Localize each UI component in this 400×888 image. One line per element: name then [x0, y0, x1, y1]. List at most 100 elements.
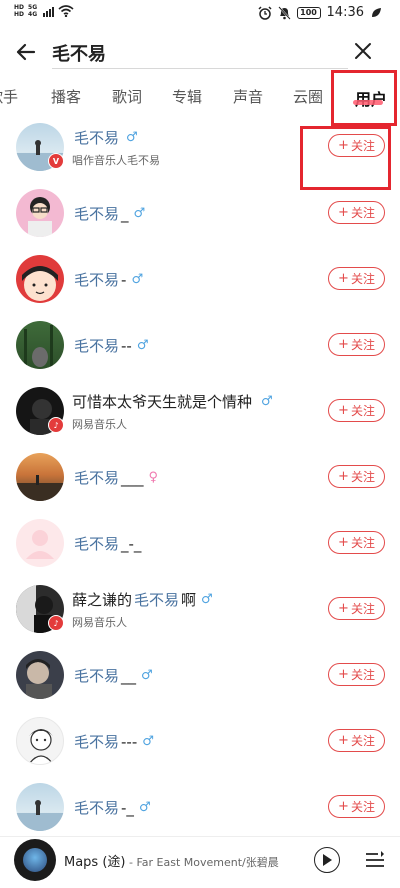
- name-prefix: 薛之谦的: [72, 591, 133, 609]
- active-tab-indicator: [353, 100, 383, 105]
- avatar[interactable]: [16, 717, 64, 765]
- male-icon: ♂: [136, 338, 149, 353]
- tab-album[interactable]: 专辑: [172, 86, 202, 107]
- search-header: 毛不易: [0, 30, 400, 74]
- list-item[interactable]: ♪ 薛之谦的 毛不易啊 ♂ 网易音乐人 + 关注: [0, 576, 400, 642]
- name-suffix: -: [121, 270, 127, 289]
- follow-button[interactable]: + 关注: [328, 201, 385, 224]
- signal-indicators: HD HD 5G 4G: [14, 4, 74, 18]
- net1-label: 5G: [28, 4, 38, 11]
- follow-button[interactable]: + 关注: [328, 333, 385, 356]
- name-highlight: 毛不易: [74, 129, 120, 147]
- status-bar: HD HD 5G 4G 100 14:36: [0, 0, 400, 30]
- follow-label: 关注: [350, 139, 375, 153]
- male-icon: ♂: [201, 592, 213, 607]
- user-name: 薛之谦的 毛不易啊 ♂: [72, 589, 213, 610]
- avatar[interactable]: [16, 189, 64, 237]
- play-icon: [323, 854, 332, 866]
- user-name: 毛不易 __ ♂: [72, 665, 153, 686]
- avatar[interactable]: [16, 783, 64, 831]
- follow-label: 关注: [350, 800, 375, 814]
- play-button[interactable]: [314, 847, 340, 873]
- now-playing[interactable]: Maps (途) - Far East Movement/张碧晨: [64, 851, 279, 870]
- follow-label: 关注: [350, 404, 375, 418]
- list-item[interactable]: ♪ 可惜本太爷天生就是个情种 ♂ 网易音乐人 + 关注: [0, 378, 400, 444]
- user-subtitle: 网易音乐人: [72, 418, 127, 431]
- avatar[interactable]: [16, 453, 64, 501]
- male-icon: ♂: [142, 734, 154, 749]
- default-avatar-icon: [26, 530, 54, 559]
- follow-label: 关注: [350, 734, 375, 748]
- avatar[interactable]: [16, 255, 64, 303]
- avatar[interactable]: [16, 519, 64, 567]
- name-highlight: 毛不易: [74, 271, 120, 289]
- plus-icon: +: [338, 205, 349, 220]
- list-item[interactable]: 毛不易 _ ♂ + 关注: [0, 180, 400, 246]
- user-subtitle: 网易音乐人: [72, 616, 127, 629]
- status-right: 100 14:36: [258, 5, 382, 20]
- plus-icon: +: [338, 799, 349, 814]
- search-underline: [52, 68, 348, 69]
- follow-button[interactable]: + 关注: [328, 399, 385, 422]
- male-icon: ♂: [138, 800, 151, 815]
- tab-lyrics[interactable]: 歌词: [112, 86, 142, 107]
- name-suffix: _-_: [121, 534, 142, 553]
- male-icon: ♂: [133, 206, 146, 221]
- mini-player[interactable]: Maps (途) - Far East Movement/张碧晨: [0, 836, 400, 888]
- name-suffix: ---: [121, 732, 138, 751]
- name-highlight: 毛不易: [74, 469, 120, 487]
- name-highlight: 毛不易: [74, 535, 120, 553]
- plus-icon: +: [338, 271, 349, 286]
- avatar[interactable]: [16, 651, 64, 699]
- user-name: 毛不易 ___ ♀: [72, 467, 158, 488]
- list-item[interactable]: V 毛不易 ♂ 唱作音乐人毛不易 + 关注: [0, 114, 400, 180]
- follow-button[interactable]: + 关注: [328, 795, 385, 818]
- follow-label: 关注: [350, 272, 375, 286]
- clock: 14:36: [326, 5, 364, 20]
- name-highlight: 毛不易: [74, 667, 120, 685]
- list-item[interactable]: 毛不易 -- ♂ + 关注: [0, 312, 400, 378]
- follow-button[interactable]: + 关注: [328, 134, 385, 157]
- male-icon: ♂: [131, 272, 144, 287]
- net2-label: 4G: [28, 11, 38, 18]
- follow-button[interactable]: + 关注: [328, 267, 385, 290]
- name-suffix: __: [121, 666, 137, 685]
- name-highlight: 毛不易: [74, 337, 120, 355]
- list-item[interactable]: 毛不易 __ ♂ + 关注: [0, 642, 400, 708]
- back-arrow-icon: [16, 43, 36, 61]
- list-item[interactable]: 毛不易 -_ ♂ + 关注: [0, 774, 400, 840]
- follow-label: 关注: [350, 206, 375, 220]
- tab-singer[interactable]: 歌手: [0, 86, 18, 107]
- list-item[interactable]: 毛不易 _-_ + 关注: [0, 510, 400, 576]
- sim-labels: HD HD: [14, 4, 24, 18]
- clear-search-button[interactable]: [352, 40, 374, 62]
- tab-cloud-circle[interactable]: 云圈: [293, 86, 323, 107]
- plus-icon: +: [338, 535, 349, 550]
- tab-voice[interactable]: 声音: [233, 86, 263, 107]
- user-name: 可惜本太爷天生就是个情种 ♂: [72, 391, 273, 412]
- follow-button[interactable]: + 关注: [328, 729, 385, 752]
- female-icon: ♀: [148, 470, 159, 485]
- back-button[interactable]: [12, 38, 40, 66]
- follow-button[interactable]: + 关注: [328, 663, 385, 686]
- tab-users[interactable]: 用户: [355, 86, 387, 110]
- follow-button[interactable]: + 关注: [328, 465, 385, 488]
- signal-bars-icon: [43, 5, 55, 17]
- verified-badge: V: [48, 153, 64, 169]
- avatar[interactable]: [16, 321, 64, 369]
- follow-button[interactable]: + 关注: [328, 531, 385, 554]
- list-item[interactable]: 毛不易 ___ ♀ + 关注: [0, 444, 400, 510]
- tab-podcast[interactable]: 播客: [51, 86, 81, 107]
- male-icon: ♂: [261, 394, 273, 409]
- name-highlight: 毛不易: [74, 733, 120, 751]
- list-item[interactable]: 毛不易 --- ♂ + 关注: [0, 708, 400, 774]
- album-art[interactable]: [14, 839, 56, 881]
- mute-icon: [277, 5, 291, 20]
- user-name: 毛不易 _ ♂: [72, 203, 145, 224]
- playlist-button[interactable]: [364, 849, 386, 871]
- plus-icon: +: [338, 138, 349, 153]
- list-item[interactable]: 毛不易 - ♂ + 关注: [0, 246, 400, 312]
- network-labels: 5G 4G: [28, 4, 37, 18]
- follow-button[interactable]: + 关注: [328, 597, 385, 620]
- search-input[interactable]: 毛不易: [52, 40, 106, 66]
